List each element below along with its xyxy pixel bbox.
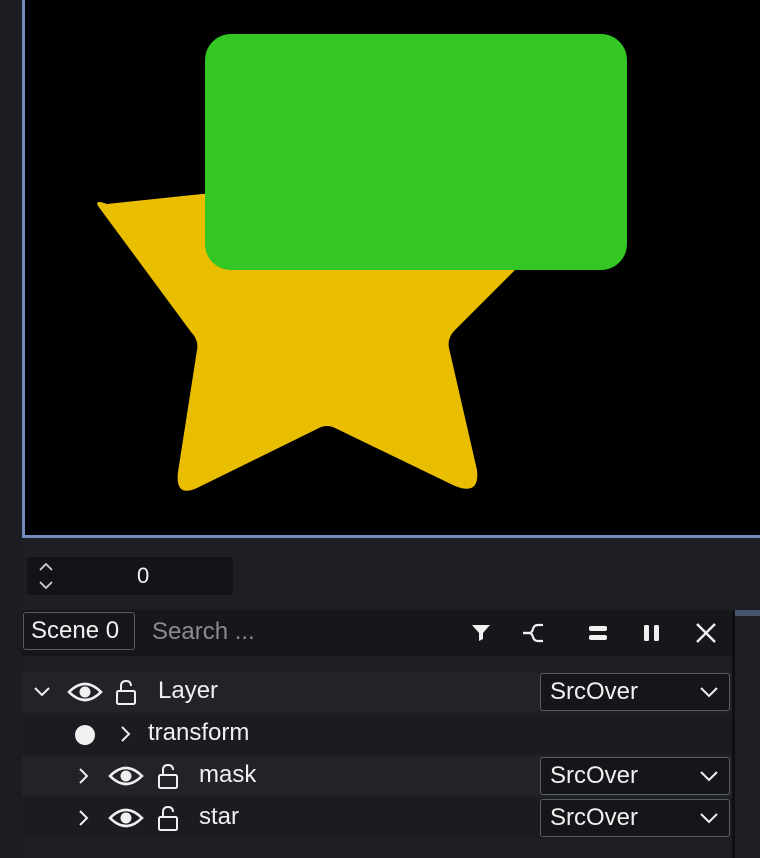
lock-open-icon[interactable] <box>114 678 138 706</box>
chevron-down-icon[interactable] <box>32 682 52 702</box>
row-label: transform <box>148 719 250 746</box>
outliner-row-transform[interactable]: transform <box>22 714 734 754</box>
outliner-toolbar: Scene 0 Search ... <box>22 610 734 656</box>
outliner-row-star[interactable]: star SrcOver <box>22 798 734 838</box>
keyframe-dot-icon[interactable] <box>74 724 96 746</box>
blend-mode-select[interactable]: SrcOver <box>540 799 730 837</box>
lock-open-icon[interactable] <box>156 762 180 790</box>
chevron-down-icon <box>700 687 718 698</box>
filter-icon[interactable] <box>468 620 494 646</box>
outliner-panel: Scene 0 Search ... Layer SrcOver transfo… <box>22 610 760 858</box>
green-rect-shape <box>205 34 627 270</box>
row-label: star <box>199 803 240 830</box>
chevron-down-icon <box>700 813 718 824</box>
outliner-row-layer[interactable]: Layer SrcOver <box>22 672 734 712</box>
frame-spinbox[interactable]: 0 <box>27 557 233 595</box>
search-input[interactable]: Search ... <box>152 618 255 646</box>
blend-mode-select[interactable]: SrcOver <box>540 673 730 711</box>
blend-mode-value: SrcOver <box>550 804 639 831</box>
chevron-right-icon[interactable] <box>74 766 94 786</box>
spin-arrows-icon[interactable] <box>37 560 55 592</box>
blend-mode-value: SrcOver <box>550 678 639 705</box>
left-panel-strip <box>0 0 22 858</box>
eye-icon[interactable] <box>108 764 144 788</box>
row-label: mask <box>199 761 257 788</box>
chevron-right-icon[interactable] <box>116 724 136 744</box>
panel-divider[interactable] <box>732 610 735 858</box>
render-canvas[interactable] <box>22 0 760 538</box>
equal-icon[interactable] <box>585 620 611 646</box>
close-icon[interactable] <box>693 620 719 646</box>
side-panel-accent <box>735 610 760 616</box>
lock-open-icon[interactable] <box>156 804 180 832</box>
eye-icon[interactable] <box>67 680 103 704</box>
pause-icon[interactable] <box>639 620 665 646</box>
canvas-scene <box>97 34 627 491</box>
eye-icon[interactable] <box>108 806 144 830</box>
outliner-row-mask[interactable]: mask SrcOver <box>22 756 734 796</box>
link-toggle-icon[interactable] <box>520 620 546 646</box>
frame-value[interactable]: 0 <box>137 563 149 589</box>
blend-mode-value: SrcOver <box>550 762 639 789</box>
blend-mode-select[interactable]: SrcOver <box>540 757 730 795</box>
chevron-down-icon <box>700 771 718 782</box>
scene-selector[interactable]: Scene 0 <box>23 612 135 650</box>
chevron-right-icon[interactable] <box>74 808 94 828</box>
row-label: Layer <box>158 677 219 704</box>
